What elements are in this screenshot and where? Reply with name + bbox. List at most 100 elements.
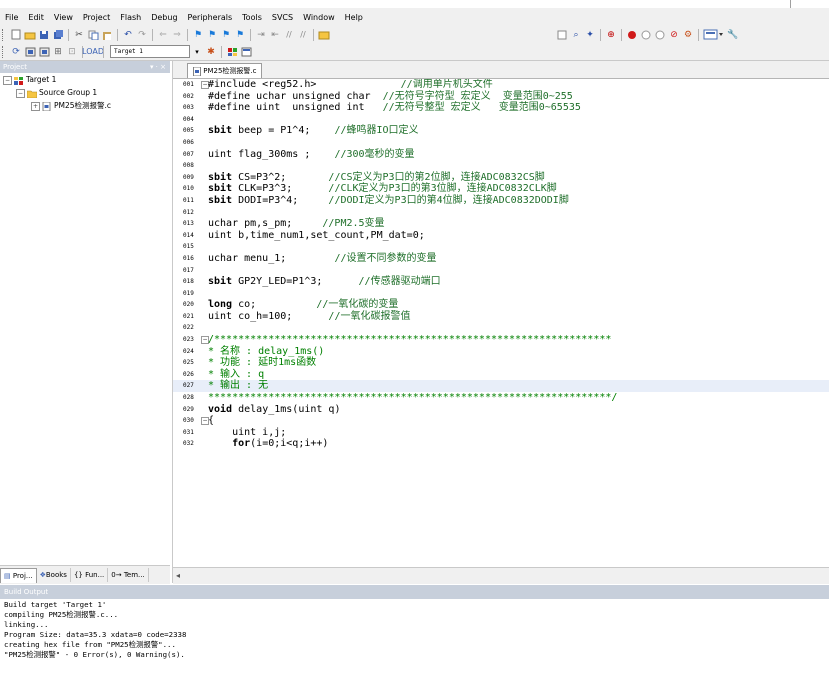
bookmark-clear-icon[interactable]: ⚑ xyxy=(234,29,246,41)
save-icon[interactable] xyxy=(38,29,50,41)
code-line[interactable]: 014 uint b,time_num1,set_count,PM_dat=0; xyxy=(173,230,829,242)
breakpoint-disable-all-icon[interactable] xyxy=(654,29,666,41)
code-line[interactable]: 003 #define uint unsigned int //无符号整型 宏定义… xyxy=(173,102,829,114)
code-line[interactable]: 032 for(i=0;i<q;i++) xyxy=(173,438,829,450)
code-line[interactable]: 028 *************************************… xyxy=(173,392,829,404)
target-select-dropdown-icon[interactable]: ▾ xyxy=(191,46,203,58)
code-line[interactable]: 030−{ xyxy=(173,415,829,427)
new-file-icon[interactable] xyxy=(10,29,22,41)
indent-icon[interactable]: ⇥ xyxy=(255,29,267,41)
manage-packs-icon[interactable] xyxy=(240,46,252,58)
menu-peripherals[interactable]: Peripherals xyxy=(183,13,238,22)
tab-templates[interactable]: 0→ Tem... xyxy=(108,568,149,582)
menu-edit[interactable]: Edit xyxy=(23,13,49,22)
code-line[interactable]: 011 sbit DODI=P3^4; //DODI定义为P3口的第4位脚，连接A… xyxy=(173,195,829,207)
rebuild-icon[interactable] xyxy=(38,46,50,58)
save-all-icon[interactable] xyxy=(52,29,64,41)
build-icon[interactable] xyxy=(24,46,36,58)
code-line[interactable]: 019 xyxy=(173,288,829,300)
open-folder-icon[interactable] xyxy=(24,29,36,41)
tree-node-group[interactable]: − Source Group 1 xyxy=(0,86,170,99)
code-line[interactable]: 025 * 功能 : 延时1ms函数 xyxy=(173,357,829,369)
code-line[interactable]: 004 xyxy=(173,114,829,126)
target-select[interactable]: Target 1 xyxy=(110,45,190,58)
tree-node-file[interactable]: + PM25检测报警.c xyxy=(0,99,170,112)
code-line[interactable]: 005 sbit beep = P1^4; //蜂鸣器IO口定义 xyxy=(173,125,829,137)
code-line[interactable]: 024 * 名称 : delay_1ms() xyxy=(173,346,829,358)
cut-icon[interactable]: ✂ xyxy=(73,29,85,41)
collapse-icon[interactable]: − xyxy=(16,88,25,98)
find-combo-icon[interactable] xyxy=(556,29,568,41)
download-icon[interactable]: LOAD xyxy=(82,46,104,58)
code-line[interactable]: 020 long co; //一氧化碳的变量 xyxy=(173,299,829,311)
code-line[interactable]: 023−/***********************************… xyxy=(173,334,829,346)
expand-icon[interactable]: + xyxy=(31,101,40,111)
menu-file[interactable]: File xyxy=(0,13,23,22)
code-line[interactable]: 008 xyxy=(173,160,829,172)
tab-pm25-file[interactable]: PM25检测报警.c xyxy=(187,63,263,78)
code-line[interactable]: 021 uint co_h=100; //一氧化碳报警值 xyxy=(173,311,829,323)
tab-books[interactable]: ❖Books xyxy=(37,568,71,582)
code-area[interactable]: 001− #include <reg52.h> //调用单片机头文件 002 #def… xyxy=(173,79,829,567)
code-line[interactable]: 018 sbit GP2Y_LED=P1^3; //传感器驱动端口 xyxy=(173,276,829,288)
code-line[interactable]: 007 uint flag_300ms ; //300毫秒的变量 xyxy=(173,149,829,161)
menu-tools[interactable]: Tools xyxy=(237,13,267,22)
code-line[interactable]: 012 xyxy=(173,207,829,219)
code-line[interactable]: 017 xyxy=(173,265,829,277)
code-line[interactable]: 031 uint i,j; xyxy=(173,427,829,439)
code-line[interactable]: 010 sbit CLK=P3^3; //CLK定义为P3口的第3位脚，连接ADC… xyxy=(173,183,829,195)
menu-project[interactable]: Project xyxy=(78,13,115,22)
target-options-icon[interactable]: ✱ xyxy=(205,46,217,58)
nav-back-icon[interactable]: ⇐ xyxy=(157,29,169,41)
code-line[interactable]: 013 uchar pm,s_pm; //PM2.5变量 xyxy=(173,218,829,230)
code-line[interactable]: 006 xyxy=(173,137,829,149)
tab-project[interactable]: ▤ Proj... xyxy=(0,567,37,583)
editor-horizontal-scrollbar[interactable]: ◂ xyxy=(173,567,829,584)
bookmark-prev-icon[interactable]: ⚑ xyxy=(206,29,218,41)
toolbar-grip[interactable] xyxy=(2,28,6,41)
find-in-files-icon[interactable] xyxy=(318,29,330,41)
menu-window[interactable]: Window xyxy=(298,13,340,22)
bookmark-next-icon[interactable]: ⚑ xyxy=(220,29,232,41)
tab-functions[interactable]: {} Fun... xyxy=(71,568,109,582)
redo-icon[interactable]: ↷ xyxy=(136,29,148,41)
browse-icon[interactable]: ⚙ xyxy=(682,29,694,41)
breakpoint-enable-icon[interactable] xyxy=(640,29,652,41)
unindent-icon[interactable]: ⇤ xyxy=(269,29,281,41)
comment-icon[interactable]: // xyxy=(283,29,295,41)
collapse-icon[interactable]: − xyxy=(3,75,12,85)
tree-node-target[interactable]: − Target 1 xyxy=(0,73,170,86)
menu-flash[interactable]: Flash xyxy=(115,13,146,22)
undo-icon[interactable]: ↶ xyxy=(122,29,134,41)
code-line[interactable]: 027 * 输出 : 无 xyxy=(173,380,829,393)
nav-forward-icon[interactable]: ⇒ xyxy=(171,29,183,41)
file-extensions-icon[interactable] xyxy=(226,46,238,58)
code-line[interactable]: 022 xyxy=(173,322,829,334)
uncomment-icon[interactable]: // xyxy=(297,29,309,41)
code-line[interactable]: 009 sbit CS=P3^2; //CS定义为P3口的第2位脚，连接ADC08… xyxy=(173,172,829,184)
scroll-left-icon[interactable]: ◂ xyxy=(176,571,180,580)
bookmark-toggle-icon[interactable]: ⚑ xyxy=(192,29,204,41)
menu-view[interactable]: View xyxy=(49,13,78,22)
code-line[interactable]: 029 void delay_1ms(uint q) xyxy=(173,404,829,416)
code-line[interactable]: 001− #include <reg52.h> //调用单片机头文件 xyxy=(173,79,829,91)
menu-debug[interactable]: Debug xyxy=(146,13,182,22)
breakpoint-kill-all-icon[interactable]: ⊘ xyxy=(668,29,680,41)
code-line[interactable]: 002 #define uchar unsigned char //无符号字符型 … xyxy=(173,91,829,103)
code-line[interactable]: 015 xyxy=(173,241,829,253)
build-output-text[interactable]: Build target 'Target 1' compiling PM25检测报… xyxy=(0,599,829,661)
toolbar-grip[interactable] xyxy=(2,45,6,58)
copy-icon[interactable] xyxy=(87,29,99,41)
debug-session-icon[interactable]: ⊕ xyxy=(605,29,617,41)
find-icon[interactable]: ⌕ xyxy=(570,29,582,41)
menu-help[interactable]: Help xyxy=(340,13,368,22)
translate-icon[interactable]: ⟳ xyxy=(10,46,22,58)
configure-icon[interactable]: 🔧 xyxy=(727,29,739,41)
code-line[interactable]: 026 * 输入 : q xyxy=(173,369,829,381)
incremental-find-icon[interactable]: ✦ xyxy=(584,29,596,41)
window-layout-icon[interactable] xyxy=(703,29,725,41)
batch-build-icon[interactable]: ⊞ xyxy=(52,46,64,58)
project-panel-controls[interactable]: ▾ · × xyxy=(150,61,166,73)
menu-svcs[interactable]: SVCS xyxy=(267,13,298,22)
breakpoint-insert-icon[interactable] xyxy=(626,29,638,41)
